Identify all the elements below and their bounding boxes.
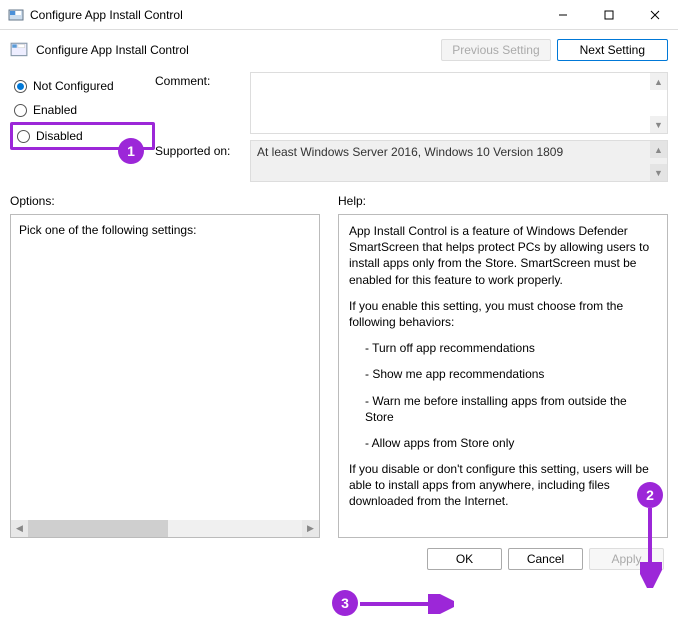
annotation-badge-1: 1 (118, 138, 144, 164)
previous-setting-button[interactable]: Previous Setting (441, 39, 550, 61)
app-icon (8, 7, 24, 23)
help-bullet: - Show me app recommendations (349, 366, 657, 382)
radio-indicator-icon (17, 130, 30, 143)
help-paragraph: If you disable or don't configure this s… (349, 461, 657, 510)
cancel-button[interactable]: Cancel (508, 548, 583, 570)
radio-indicator-icon (14, 104, 27, 117)
radio-not-configured[interactable]: Not Configured (10, 74, 155, 98)
options-label: Options: (10, 194, 320, 208)
radio-label: Enabled (33, 103, 77, 117)
title-bar: Configure App Install Control (0, 0, 678, 30)
supported-label: Supported on: (155, 140, 250, 182)
comment-label: Comment: (155, 72, 250, 134)
scroll-thumb[interactable] (28, 520, 168, 537)
header-row: Configure App Install Control Previous S… (0, 30, 678, 66)
annotation-badge-2: 2 (637, 482, 663, 508)
dialog-button-row: OK Cancel Apply (0, 538, 678, 580)
minimize-button[interactable] (540, 0, 586, 30)
window-title: Configure App Install Control (30, 8, 540, 22)
scroll-up-icon[interactable]: ▲ (650, 141, 667, 158)
annotation-arrow-3 (358, 594, 454, 614)
scroll-right-icon[interactable]: ▶ (302, 520, 319, 537)
help-label: Help: (338, 194, 668, 208)
help-bullet: - Allow apps from Store only (349, 435, 657, 451)
comment-textarea[interactable]: ▲ ▼ (250, 72, 668, 134)
radio-enabled[interactable]: Enabled (10, 98, 155, 122)
options-panel: Pick one of the following settings: ◀ ▶ (10, 214, 320, 538)
help-panel: App Install Control is a feature of Wind… (338, 214, 668, 538)
options-scrollbar[interactable]: ◀ ▶ (11, 520, 319, 537)
next-setting-button[interactable]: Next Setting (557, 39, 668, 61)
options-text: Pick one of the following settings: (19, 223, 196, 237)
supported-on-box: At least Windows Server 2016, Windows 10… (250, 140, 668, 182)
scroll-left-icon[interactable]: ◀ (11, 520, 28, 537)
policy-icon (10, 41, 28, 59)
header-label: Configure App Install Control (36, 43, 435, 57)
help-bullet: - Warn me before installing apps from ou… (349, 393, 657, 425)
help-paragraph: App Install Control is a feature of Wind… (349, 223, 657, 288)
maximize-button[interactable] (586, 0, 632, 30)
scroll-up-icon[interactable]: ▲ (650, 73, 667, 90)
ok-button[interactable]: OK (427, 548, 502, 570)
annotation-badge-3: 3 (332, 590, 358, 616)
scroll-down-icon[interactable]: ▼ (650, 164, 667, 181)
apply-button[interactable]: Apply (589, 548, 664, 570)
close-button[interactable] (632, 0, 678, 30)
help-bullet: - Turn off app recommendations (349, 340, 657, 356)
supported-value: At least Windows Server 2016, Windows 10… (257, 145, 563, 159)
scroll-down-icon[interactable]: ▼ (650, 116, 667, 133)
radio-label: Not Configured (33, 79, 114, 93)
radio-label: Disabled (36, 129, 83, 143)
state-radio-group: Not Configured Enabled Disabled (10, 72, 155, 182)
help-paragraph: If you enable this setting, you must cho… (349, 298, 657, 330)
radio-indicator-icon (14, 80, 27, 93)
